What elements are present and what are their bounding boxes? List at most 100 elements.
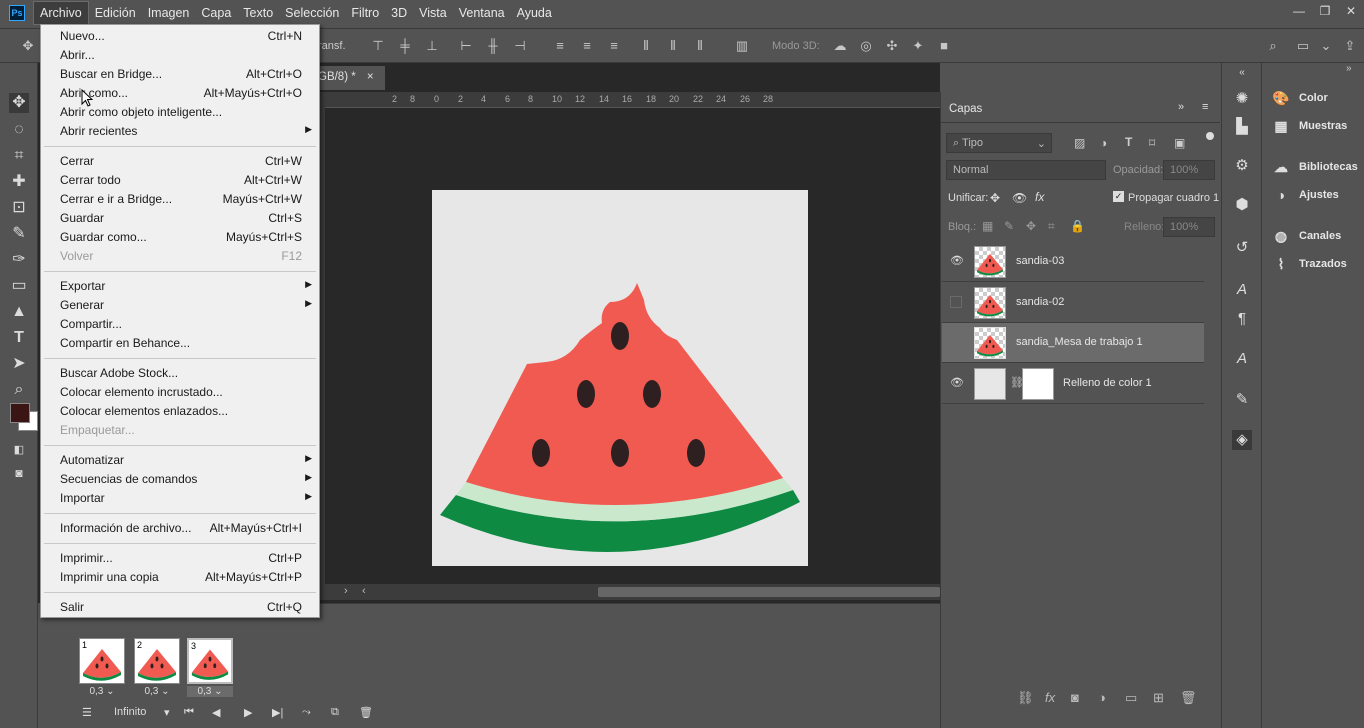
panel-color[interactable]: 🎨 Color: [1272, 89, 1327, 107]
menu-item[interactable]: Exportar ▶: [42, 277, 318, 296]
close-tab-icon[interactable]: ×: [367, 71, 374, 83]
sharpen-tool-icon[interactable]: ▲: [9, 302, 29, 322]
menu-item[interactable]: Automatizar ▶: [42, 451, 318, 470]
menu-item[interactable]: Importar ▶: [42, 489, 318, 508]
scale-3d-icon[interactable]: ■: [936, 38, 952, 54]
visibility-eye-icon[interactable]: 👁: [950, 376, 964, 390]
panel-adjustments[interactable]: ◑ Ajustes: [1272, 186, 1339, 204]
collapse-dock-icon[interactable]: «: [1232, 63, 1252, 83]
brush-settings-icon[interactable]: ✎: [1232, 390, 1252, 410]
scroll-right-icon[interactable]: ›: [344, 585, 348, 597]
menu-vista[interactable]: Vista: [413, 2, 453, 24]
menu-3d[interactable]: 3D: [385, 2, 413, 24]
delete-layer-icon[interactable]: 🗑: [1180, 690, 1197, 706]
history-icon[interactable]: ↺: [1232, 238, 1252, 258]
add-mask-icon[interactable]: ◙: [1071, 690, 1079, 705]
menu-item[interactable]: Colocar elemento incrustado...: [42, 383, 318, 402]
menu-item[interactable]: Salir Ctrl+Q: [42, 598, 318, 617]
collapse-dock-icon[interactable]: »: [1346, 63, 1352, 74]
orbit-3d-icon[interactable]: ☁: [832, 38, 848, 54]
histogram-icon[interactable]: ▙: [1232, 117, 1252, 137]
panel-menu-icon[interactable]: ≡: [1202, 101, 1208, 113]
frame-tool-icon[interactable]: ⊡: [9, 198, 29, 218]
layer-filter-select[interactable]: ⌕ Tipo ⌄: [946, 133, 1052, 153]
menu-ayuda[interactable]: Ayuda: [511, 2, 558, 24]
menu-item[interactable]: Compartir...: [42, 315, 318, 334]
filter-pixel-icon[interactable]: ▨: [1074, 136, 1085, 150]
close-icon[interactable]: ✕: [1338, 0, 1364, 22]
visibility-eye-icon[interactable]: 👁: [950, 254, 964, 268]
tab-layers[interactable]: Capas: [942, 96, 988, 122]
panel-swatches[interactable]: ▦ Muestras: [1272, 117, 1347, 135]
layer-mask-thumbnail[interactable]: [1022, 368, 1054, 400]
document-tab[interactable]: GB/8) * ×: [310, 66, 385, 90]
roll-3d-icon[interactable]: ◎: [858, 38, 874, 54]
propagate-checkbox[interactable]: ✓: [1113, 191, 1124, 202]
menu-item[interactable]: Nuevo... Ctrl+N: [42, 27, 318, 46]
scrollbar-thumb[interactable]: [598, 587, 940, 597]
menu-item[interactable]: Buscar Adobe Stock...: [42, 364, 318, 383]
unify-position-icon[interactable]: ✥: [990, 191, 1000, 205]
lasso-tool-icon[interactable]: ◌: [9, 120, 29, 140]
default-colors-icon[interactable]: ◧: [9, 440, 29, 460]
quick-mask-icon[interactable]: ◙: [9, 463, 29, 483]
restore-icon[interactable]: ❐: [1312, 0, 1338, 22]
first-frame-icon[interactable]: ⏮: [184, 706, 194, 719]
next-frame-icon[interactable]: ▶|: [272, 706, 283, 719]
menu-archivo[interactable]: Archivo: [33, 1, 89, 25]
layer-row[interactable]: 👁 sandia-03: [942, 242, 1204, 282]
path-selection-icon[interactable]: ➤: [9, 354, 29, 374]
menu-item[interactable]: Cerrar e ir a Bridge... Mayús+Ctrl+W: [42, 190, 318, 209]
filter-toggle-icon[interactable]: [1206, 132, 1214, 140]
layer-style-icon[interactable]: fx: [1045, 690, 1055, 705]
distribute-hcenter-icon[interactable]: ⦀: [665, 38, 681, 54]
duplicate-frame-icon[interactable]: ⧉: [331, 706, 339, 719]
tween-icon[interactable]: ⤳: [302, 706, 311, 719]
frame-delay[interactable]: 0,3 ⌄: [187, 686, 233, 697]
layers-icon[interactable]: ◈: [1232, 430, 1252, 450]
move-tool-icon[interactable]: ✥: [9, 93, 29, 113]
menu-edicion[interactable]: Edición: [89, 2, 142, 24]
auto-align-icon[interactable]: ▥: [734, 38, 750, 54]
menu-capa[interactable]: Capa: [195, 2, 237, 24]
minimize-icon[interactable]: —: [1286, 0, 1312, 22]
menu-item[interactable]: Guardar como... Mayús+Ctrl+S: [42, 228, 318, 247]
distribute-right-icon[interactable]: ⦀: [692, 38, 708, 54]
distribute-vcenter-icon[interactable]: ≡: [579, 38, 595, 54]
drag-3d-icon[interactable]: ✣: [884, 38, 900, 54]
delete-frame-icon[interactable]: 🗑: [359, 706, 373, 719]
distribute-top-icon[interactable]: ≡: [552, 38, 568, 54]
lock-artboard-icon[interactable]: ⌗: [1048, 219, 1055, 234]
align-right-icon[interactable]: ⊣: [512, 38, 528, 54]
menu-item[interactable]: Cerrar todo Alt+Ctrl+W: [42, 171, 318, 190]
horizontal-scrollbar[interactable]: › ‹: [300, 584, 940, 600]
timeline-frame[interactable]: 2 0,3 ⌄: [134, 638, 180, 700]
unify-style-icon[interactable]: fx: [1035, 190, 1044, 204]
timeline-mode-icon[interactable]: ☰: [82, 706, 92, 719]
workspace-icon[interactable]: ▭: [1295, 38, 1311, 54]
properties-icon[interactable]: ⚙: [1232, 156, 1252, 176]
visibility-toggle[interactable]: [950, 336, 962, 348]
align-vcenter-icon[interactable]: ╪: [397, 38, 413, 54]
menu-item[interactable]: Compartir en Behance...: [42, 334, 318, 353]
visibility-toggle[interactable]: [950, 296, 962, 308]
filter-type-icon[interactable]: T: [1125, 135, 1132, 149]
menu-texto[interactable]: Texto: [237, 2, 279, 24]
menu-item[interactable]: Guardar Ctrl+S: [42, 209, 318, 228]
clone-stamp-icon[interactable]: ✑: [9, 250, 29, 270]
menu-item[interactable]: Información de archivo... Alt+Mayús+Ctrl+…: [42, 519, 318, 538]
link-layers-icon[interactable]: ⛓: [1017, 690, 1034, 706]
new-layer-icon[interactable]: ⊞: [1153, 690, 1164, 706]
paragraph-icon[interactable]: ¶: [1232, 309, 1252, 329]
align-left-icon[interactable]: ⊢: [458, 38, 474, 54]
menu-item[interactable]: Imprimir... Ctrl+P: [42, 549, 318, 568]
navigator-icon[interactable]: ✺: [1232, 89, 1252, 109]
new-group-icon[interactable]: ▭: [1125, 690, 1137, 706]
collapse-panel-icon[interactable]: »: [1178, 101, 1184, 113]
menu-item[interactable]: Buscar en Bridge... Alt+Ctrl+O: [42, 65, 318, 84]
menu-seleccion[interactable]: Selección: [279, 2, 345, 24]
blend-mode-select[interactable]: Normal: [946, 160, 1106, 180]
timeline-frame[interactable]: 3 0,3 ⌄: [187, 638, 233, 700]
timeline-frame[interactable]: 1 0,3 ⌄: [79, 638, 125, 700]
play-icon[interactable]: ▶: [244, 706, 252, 719]
